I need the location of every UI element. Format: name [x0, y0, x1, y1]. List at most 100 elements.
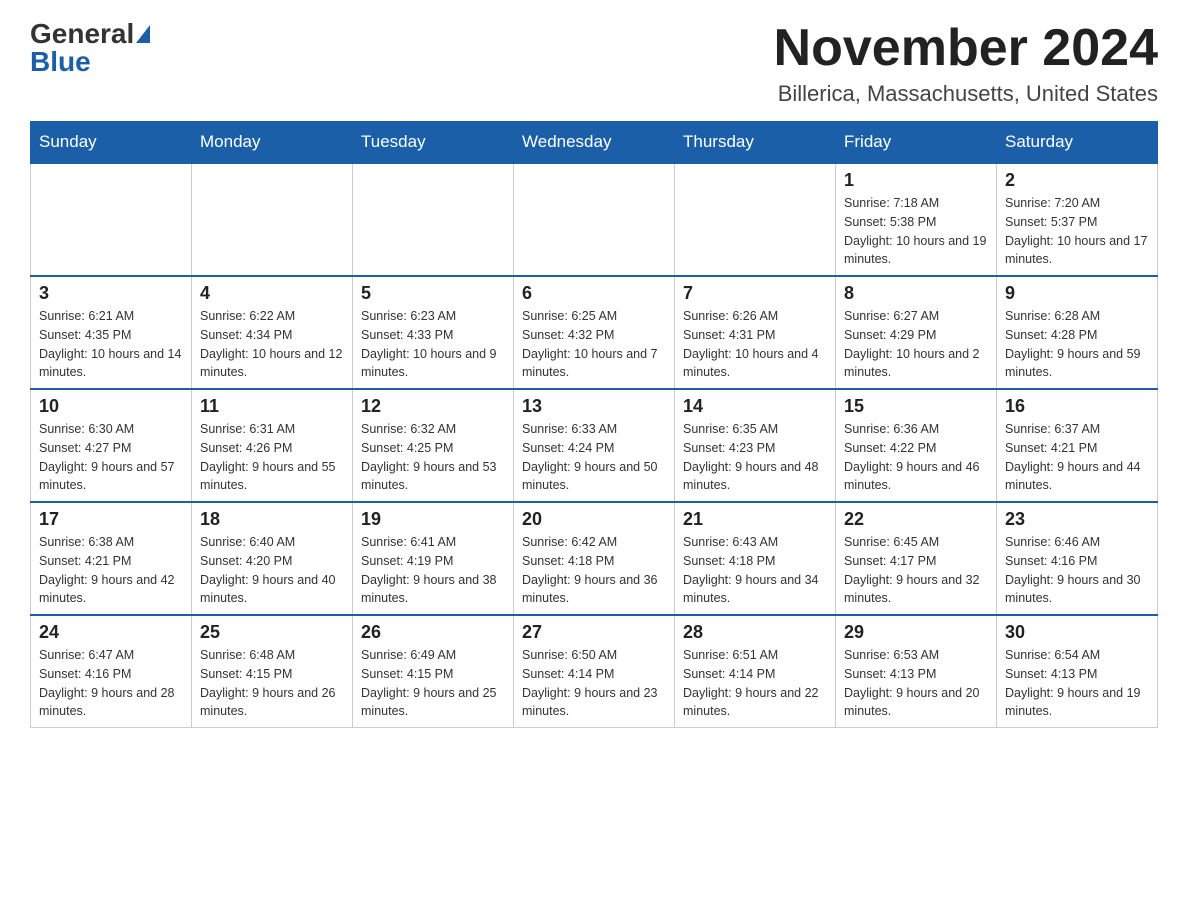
- day-info: Sunrise: 6:32 AMSunset: 4:25 PMDaylight:…: [361, 420, 505, 495]
- calendar-day-cell: 30Sunrise: 6:54 AMSunset: 4:13 PMDayligh…: [997, 615, 1158, 728]
- day-number: 14: [683, 396, 827, 417]
- calendar-table: SundayMondayTuesdayWednesdayThursdayFrid…: [30, 121, 1158, 728]
- calendar-week-5: 24 Sunrise: 6:47 AMSunset: 4:16 PMDayligh…: [31, 615, 1158, 728]
- weekday-header-monday: Monday: [192, 122, 353, 164]
- day-info: Sunrise: 6:53 AMSunset: 4:13 PMDaylight:…: [844, 646, 988, 721]
- calendar-day-cell: 27 Sunrise: 6:50 AMSunset: 4:14 PMDayligh…: [514, 615, 675, 728]
- calendar-day-cell: 10 Sunrise: 6:30 AMSunset: 4:27 PMDayligh…: [31, 389, 192, 502]
- day-info: Sunrise: 6:27 AMSunset: 4:29 PMDaylight:…: [844, 307, 988, 382]
- day-info: Sunrise: 6:36 AMSunset: 4:22 PMDaylight:…: [844, 420, 988, 495]
- day-number: 18: [200, 509, 344, 530]
- day-number: 22: [844, 509, 988, 530]
- day-info: Sunrise: 6:31 AMSunset: 4:26 PMDaylight:…: [200, 420, 344, 495]
- day-number: 29: [844, 622, 988, 643]
- day-info: Sunrise: 6:49 AMSunset: 4:15 PMDaylight:…: [361, 646, 505, 721]
- calendar-day-cell: 4Sunrise: 6:22 AMSunset: 4:34 PMDaylight…: [192, 276, 353, 389]
- calendar-day-cell: [675, 163, 836, 276]
- day-number: 19: [361, 509, 505, 530]
- calendar-day-cell: 9 Sunrise: 6:28 AMSunset: 4:28 PMDaylight…: [997, 276, 1158, 389]
- weekday-header-thursday: Thursday: [675, 122, 836, 164]
- calendar-day-cell: 13Sunrise: 6:33 AMSunset: 4:24 PMDayligh…: [514, 389, 675, 502]
- logo-blue: Blue: [30, 48, 91, 76]
- day-info: Sunrise: 7:18 AMSunset: 5:38 PMDaylight:…: [844, 194, 988, 269]
- weekday-header-tuesday: Tuesday: [353, 122, 514, 164]
- calendar-day-cell: 2Sunrise: 7:20 AMSunset: 5:37 PMDaylight…: [997, 163, 1158, 276]
- day-info: Sunrise: 6:43 AMSunset: 4:18 PMDaylight:…: [683, 533, 827, 608]
- day-number: 7: [683, 283, 827, 304]
- calendar-day-cell: 18 Sunrise: 6:40 AMSunset: 4:20 PMDayligh…: [192, 502, 353, 615]
- calendar-day-cell: 17 Sunrise: 6:38 AMSunset: 4:21 PMDayligh…: [31, 502, 192, 615]
- calendar-day-cell: 28 Sunrise: 6:51 AMSunset: 4:14 PMDayligh…: [675, 615, 836, 728]
- day-info: Sunrise: 6:33 AMSunset: 4:24 PMDaylight:…: [522, 420, 666, 495]
- day-info: Sunrise: 6:35 AMSunset: 4:23 PMDaylight:…: [683, 420, 827, 495]
- calendar-day-cell: [514, 163, 675, 276]
- calendar-day-cell: 5Sunrise: 6:23 AMSunset: 4:33 PMDaylight…: [353, 276, 514, 389]
- calendar-week-3: 10 Sunrise: 6:30 AMSunset: 4:27 PMDayligh…: [31, 389, 1158, 502]
- month-title: November 2024: [774, 20, 1158, 77]
- day-number: 1: [844, 170, 988, 191]
- day-info: Sunrise: 6:37 AMSunset: 4:21 PMDaylight:…: [1005, 420, 1149, 495]
- day-number: 24: [39, 622, 183, 643]
- day-number: 23: [1005, 509, 1149, 530]
- logo-general: General: [30, 20, 134, 48]
- day-number: 11: [200, 396, 344, 417]
- calendar-day-cell: 8Sunrise: 6:27 AMSunset: 4:29 PMDaylight…: [836, 276, 997, 389]
- calendar-day-cell: 25 Sunrise: 6:48 AMSunset: 4:15 PMDayligh…: [192, 615, 353, 728]
- day-info: Sunrise: 6:28 AMSunset: 4:28 PMDaylight:…: [1005, 307, 1149, 382]
- day-number: 20: [522, 509, 666, 530]
- day-info: Sunrise: 6:26 AMSunset: 4:31 PMDaylight:…: [683, 307, 827, 382]
- calendar-day-cell: [31, 163, 192, 276]
- weekday-header-row: SundayMondayTuesdayWednesdayThursdayFrid…: [31, 122, 1158, 164]
- calendar-day-cell: 19 Sunrise: 6:41 AMSunset: 4:19 PMDayligh…: [353, 502, 514, 615]
- calendar-day-cell: [192, 163, 353, 276]
- day-info: Sunrise: 7:20 AMSunset: 5:37 PMDaylight:…: [1005, 194, 1149, 269]
- calendar-day-cell: 29 Sunrise: 6:53 AMSunset: 4:13 PMDayligh…: [836, 615, 997, 728]
- day-number: 30: [1005, 622, 1149, 643]
- day-number: 3: [39, 283, 183, 304]
- day-number: 9: [1005, 283, 1149, 304]
- weekday-header-saturday: Saturday: [997, 122, 1158, 164]
- calendar-day-cell: 3Sunrise: 6:21 AMSunset: 4:35 PMDaylight…: [31, 276, 192, 389]
- calendar-day-cell: 15 Sunrise: 6:36 AMSunset: 4:22 PMDayligh…: [836, 389, 997, 502]
- day-info: Sunrise: 6:42 AMSunset: 4:18 PMDaylight:…: [522, 533, 666, 608]
- day-number: 6: [522, 283, 666, 304]
- calendar-week-2: 3Sunrise: 6:21 AMSunset: 4:35 PMDaylight…: [31, 276, 1158, 389]
- day-info: Sunrise: 6:50 AMSunset: 4:14 PMDaylight:…: [522, 646, 666, 721]
- calendar-day-cell: 24 Sunrise: 6:47 AMSunset: 4:16 PMDayligh…: [31, 615, 192, 728]
- weekday-header-friday: Friday: [836, 122, 997, 164]
- calendar-day-cell: 1 Sunrise: 7:18 AMSunset: 5:38 PMDaylight…: [836, 163, 997, 276]
- day-info: Sunrise: 6:51 AMSunset: 4:14 PMDaylight:…: [683, 646, 827, 721]
- day-info: Sunrise: 6:45 AMSunset: 4:17 PMDaylight:…: [844, 533, 988, 608]
- calendar-day-cell: 14 Sunrise: 6:35 AMSunset: 4:23 PMDayligh…: [675, 389, 836, 502]
- day-info: Sunrise: 6:40 AMSunset: 4:20 PMDaylight:…: [200, 533, 344, 608]
- title-section: November 2024 Billerica, Massachusetts, …: [774, 20, 1158, 107]
- day-info: Sunrise: 6:48 AMSunset: 4:15 PMDaylight:…: [200, 646, 344, 721]
- day-number: 26: [361, 622, 505, 643]
- day-number: 15: [844, 396, 988, 417]
- day-info: Sunrise: 6:30 AMSunset: 4:27 PMDaylight:…: [39, 420, 183, 495]
- location-subtitle: Billerica, Massachusetts, United States: [774, 81, 1158, 107]
- calendar-day-cell: 22 Sunrise: 6:45 AMSunset: 4:17 PMDayligh…: [836, 502, 997, 615]
- calendar-day-cell: 12 Sunrise: 6:32 AMSunset: 4:25 PMDayligh…: [353, 389, 514, 502]
- weekday-header-wednesday: Wednesday: [514, 122, 675, 164]
- logo: General Blue: [30, 20, 150, 76]
- day-number: 10: [39, 396, 183, 417]
- calendar-day-cell: [353, 163, 514, 276]
- day-info: Sunrise: 6:47 AMSunset: 4:16 PMDaylight:…: [39, 646, 183, 721]
- day-number: 16: [1005, 396, 1149, 417]
- day-number: 28: [683, 622, 827, 643]
- calendar-day-cell: 6 Sunrise: 6:25 AMSunset: 4:32 PMDaylight…: [514, 276, 675, 389]
- day-number: 25: [200, 622, 344, 643]
- calendar-day-cell: 23 Sunrise: 6:46 AMSunset: 4:16 PMDayligh…: [997, 502, 1158, 615]
- day-info: Sunrise: 6:41 AMSunset: 4:19 PMDaylight:…: [361, 533, 505, 608]
- day-number: 27: [522, 622, 666, 643]
- weekday-header-sunday: Sunday: [31, 122, 192, 164]
- day-number: 17: [39, 509, 183, 530]
- day-number: 12: [361, 396, 505, 417]
- day-info: Sunrise: 6:38 AMSunset: 4:21 PMDaylight:…: [39, 533, 183, 608]
- day-info: Sunrise: 6:46 AMSunset: 4:16 PMDaylight:…: [1005, 533, 1149, 608]
- day-info: Sunrise: 6:25 AMSunset: 4:32 PMDaylight:…: [522, 307, 666, 382]
- calendar-day-cell: 16 Sunrise: 6:37 AMSunset: 4:21 PMDayligh…: [997, 389, 1158, 502]
- logo-arrow-icon: [136, 25, 150, 43]
- calendar-day-cell: 11 Sunrise: 6:31 AMSunset: 4:26 PMDayligh…: [192, 389, 353, 502]
